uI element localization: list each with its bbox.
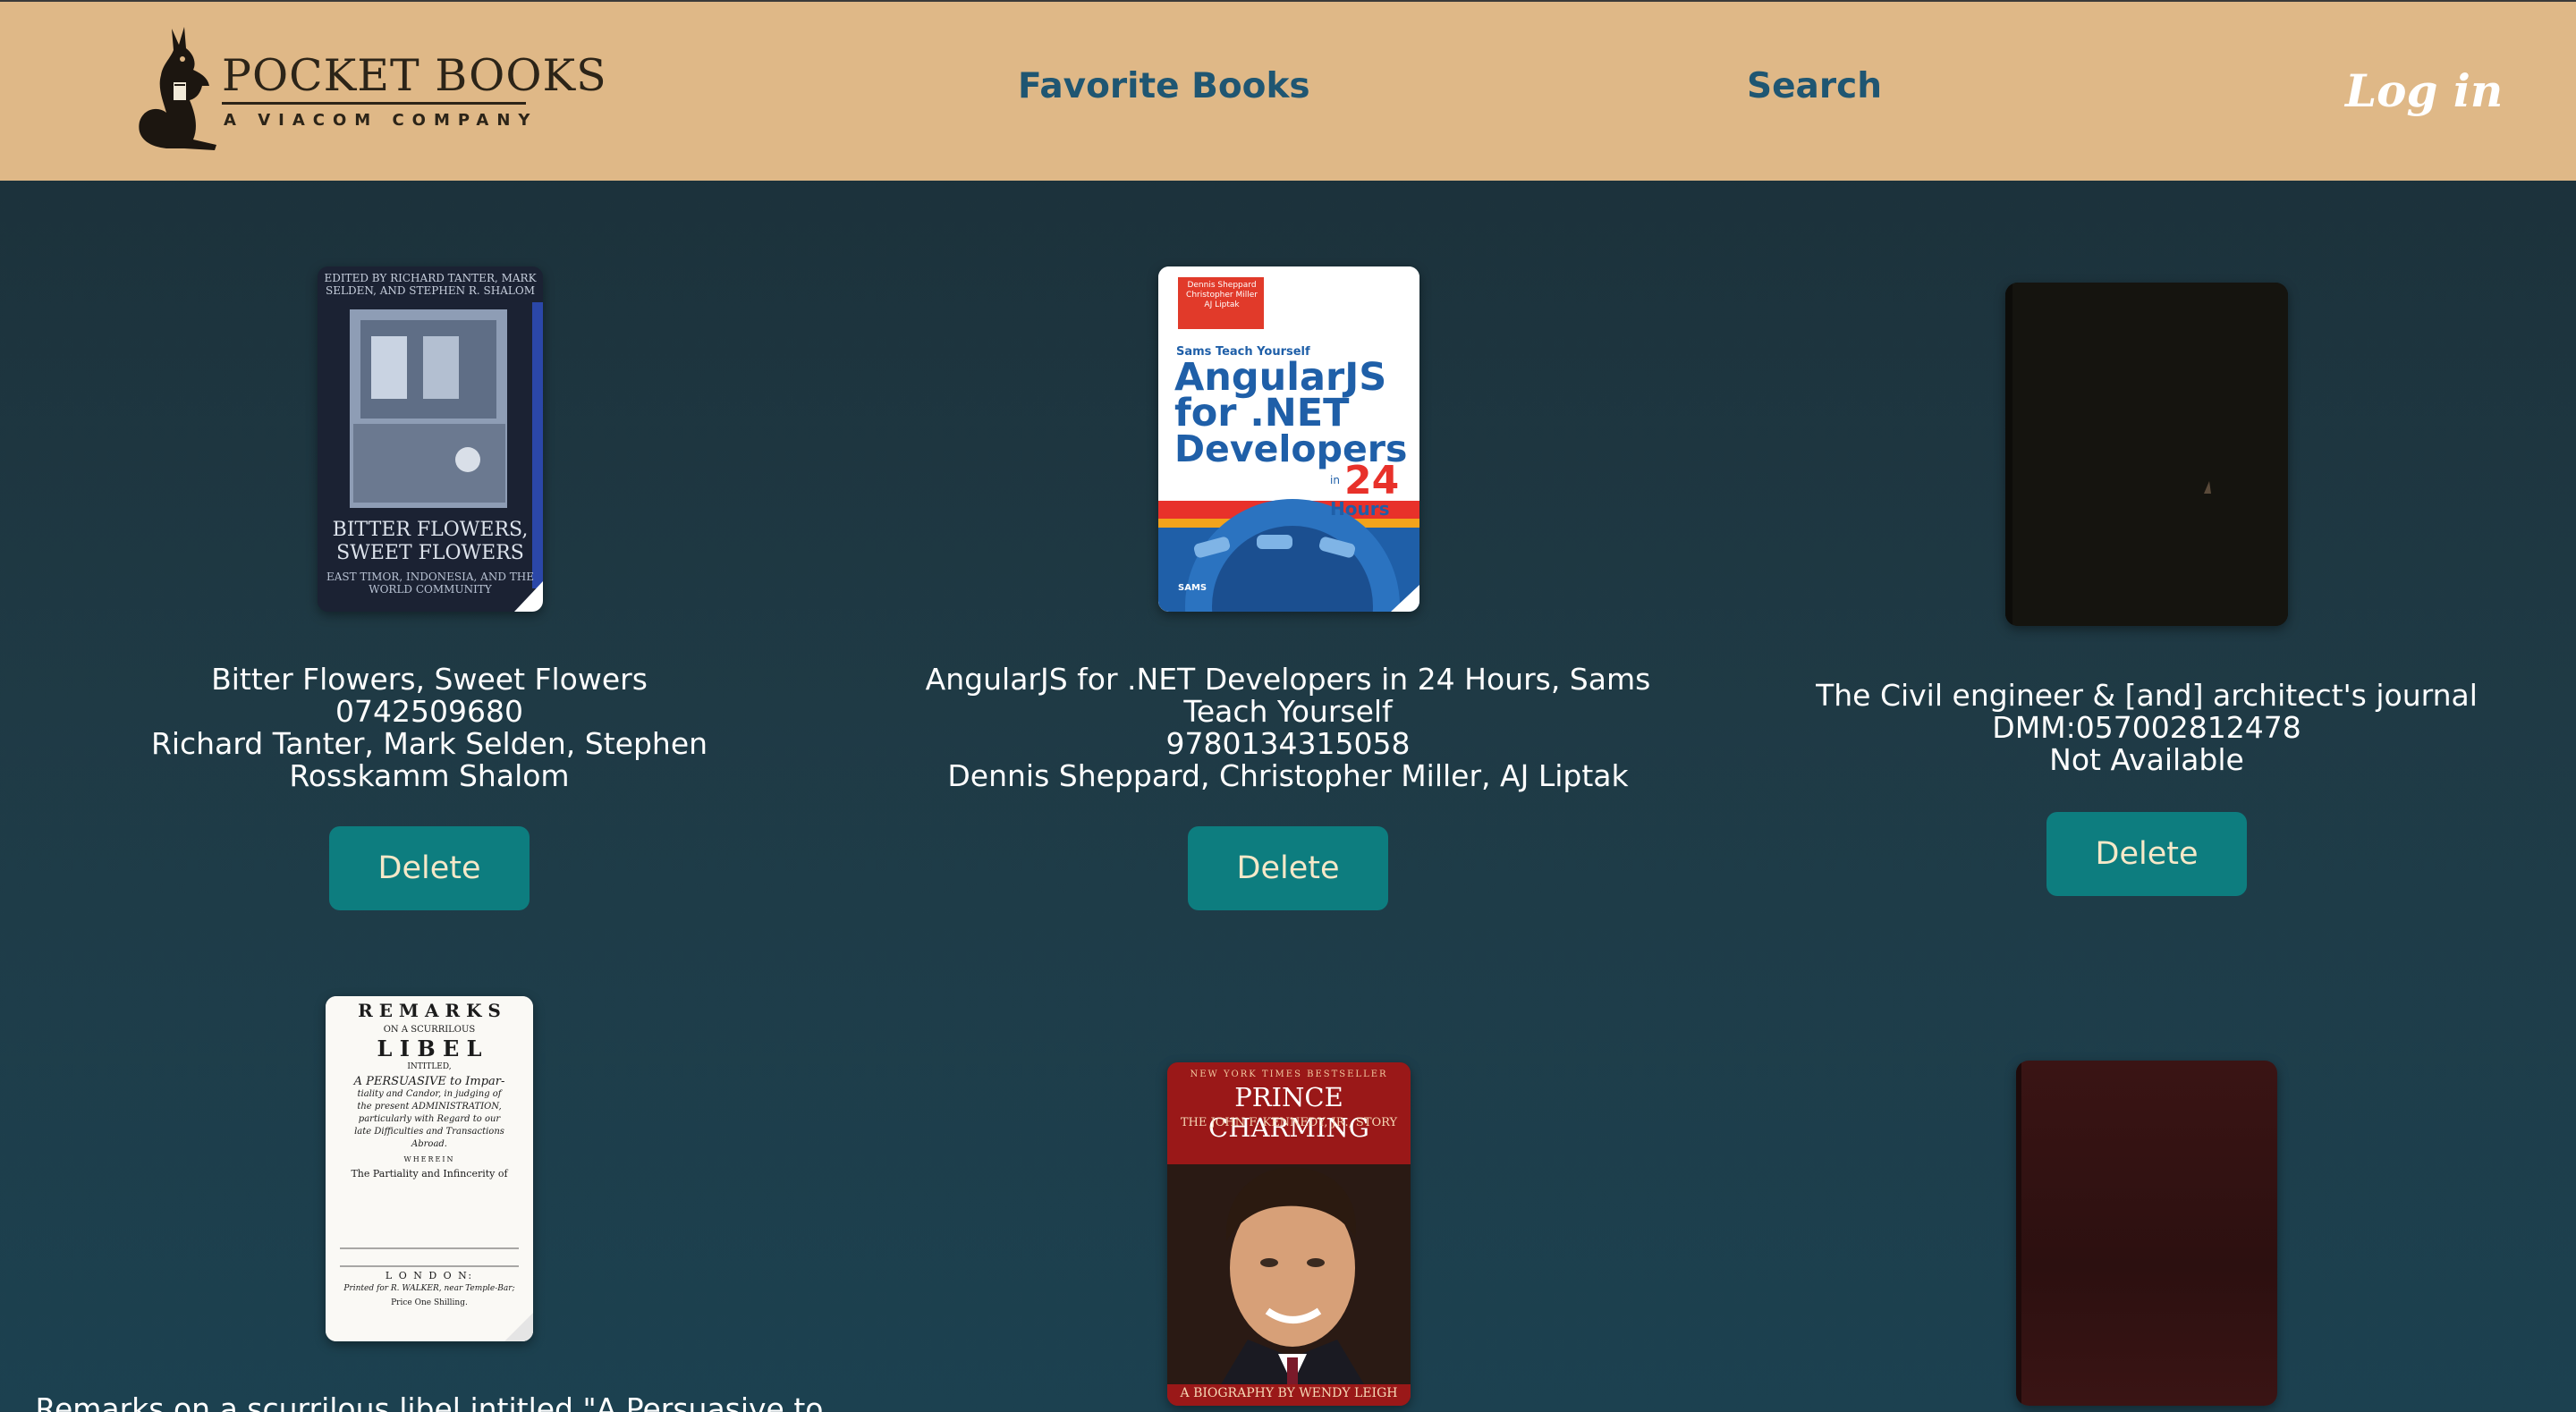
cover-title: PRINCE CHARMING	[1208, 1082, 1369, 1143]
book-cover: R E M A R K S ON A SCURRILOUS L I B E L …	[326, 996, 533, 1341]
cover-line8: particularly with Regard to our	[358, 1114, 501, 1124]
cover-line4: INTITLED,	[407, 1062, 452, 1071]
cover-byline: A BIOGRAPHY BY WENDY LEIGH	[1180, 1386, 1398, 1400]
book-card	[1744, 0, 2549, 1412]
book-card: NEW YORK TIMES BESTSELLER PRINCE CHARMIN…	[886, 0, 1690, 1412]
cover-line15: Price One Shilling.	[391, 1298, 468, 1307]
book-info: Remarks on a scurrilous libel intitled "…	[27, 1393, 832, 1412]
cover-line10: Abroad.	[411, 1139, 447, 1149]
cover-line5: A PERSUASIVE to Impar-	[353, 1075, 505, 1088]
cover-plain-red	[2016, 1061, 2021, 1406]
cover-line11: WHEREIN	[403, 1155, 455, 1163]
cover-line14: Printed for R. WALKER, near Temple-Bar;	[343, 1284, 515, 1293]
book-cover: NEW YORK TIMES BESTSELLER PRINCE CHARMIN…	[1167, 1062, 1411, 1406]
book-card: R E M A R K S ON A SCURRILOUS L I B E L …	[27, 0, 832, 1412]
cover-line3: L I B E L	[377, 1036, 482, 1061]
cover-line2: ON A SCURRILOUS	[383, 1025, 476, 1035]
cover-line1: R E M A R K S	[358, 1000, 501, 1021]
cover-line6: tiality and Candor, in judging of	[357, 1089, 502, 1099]
cover-line9: late Difficulties and Transactions	[354, 1127, 504, 1137]
cover-line12: The Partiality and Infincerity of	[351, 1168, 508, 1179]
book-cover	[2016, 1061, 2277, 1406]
cover-line7: the present ADMINISTRATION,	[357, 1102, 502, 1112]
book-title: Remarks on a scurrilous libel intitled "…	[35, 1391, 824, 1412]
cover-line13: L O N D O N:	[385, 1270, 474, 1281]
cover-banner: NEW YORK TIMES BESTSELLER	[1190, 1070, 1388, 1079]
cover-subtitle: THE JOHN F. KENNEDY, JR., STORY	[1180, 1116, 1398, 1129]
